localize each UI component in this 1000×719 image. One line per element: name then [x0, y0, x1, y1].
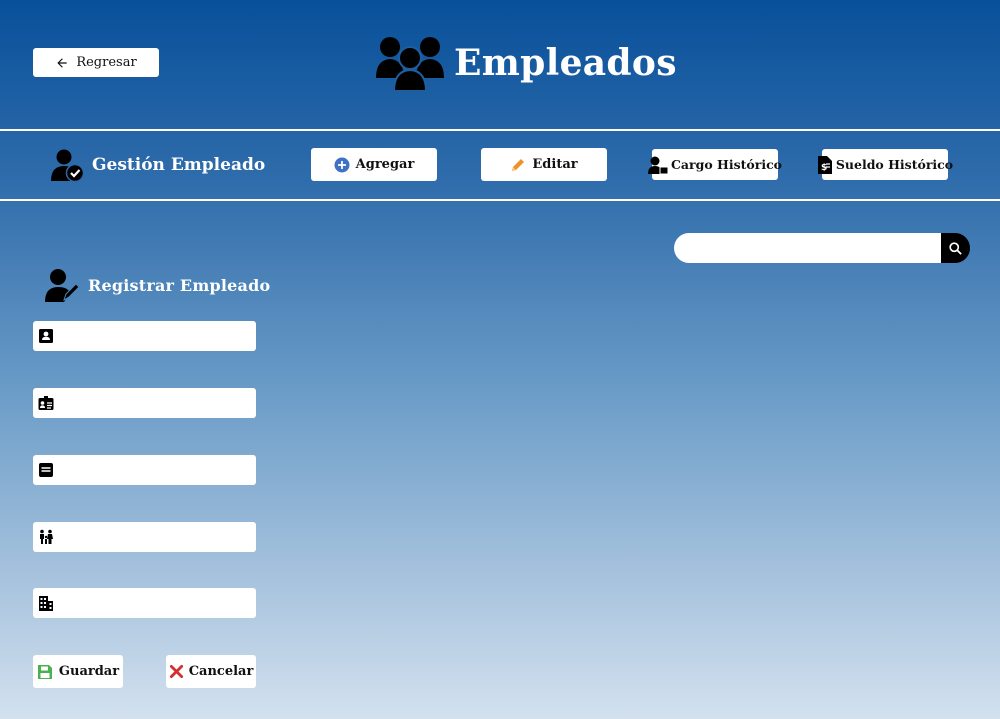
employee-input-5[interactable] — [59, 588, 255, 620]
save-button[interactable]: Guardar — [33, 655, 123, 688]
form-icon — [39, 463, 53, 477]
divider — [0, 129, 1000, 131]
floppy-disk-icon — [37, 664, 52, 679]
employee-input-2[interactable] — [59, 388, 255, 420]
form-header: Registrar Empleado — [44, 268, 270, 302]
contact-card-icon — [39, 329, 53, 343]
employee-field-5 — [33, 588, 256, 620]
page-title: Empleados — [454, 42, 677, 84]
position-history-button[interactable]: Cargo Histórico — [647, 149, 782, 180]
divider — [0, 199, 1000, 201]
pencil-icon — [512, 158, 525, 171]
cancel-button[interactable]: Cancelar — [166, 655, 256, 688]
employee-field-3 — [33, 455, 256, 487]
family-icon — [40, 529, 53, 544]
id-badge-icon — [38, 396, 54, 410]
edit-button[interactable]: Editar — [481, 148, 607, 181]
employee-field-2 — [33, 388, 256, 420]
add-button[interactable]: Agregar — [311, 148, 437, 181]
salary-history-button[interactable]: $ Sueldo Histórico — [817, 149, 953, 180]
add-button-label: Agregar — [355, 157, 415, 172]
position-history-label: Cargo Histórico — [670, 157, 783, 172]
edit-button-label: Editar — [532, 157, 578, 172]
employee-input-1[interactable] — [59, 321, 255, 353]
plus-circle-icon — [334, 157, 350, 172]
user-check-icon — [51, 149, 84, 182]
section-gestion: Gestión Empleado — [50, 148, 265, 182]
search-input[interactable] — [674, 233, 942, 263]
back-button[interactable]: Regresar — [33, 48, 159, 77]
salary-doc-icon: $ — [817, 155, 832, 174]
x-mark-icon — [169, 664, 183, 679]
form-title: Registrar Empleado — [88, 275, 271, 295]
employee-input-4[interactable] — [59, 522, 255, 554]
search-box — [674, 233, 970, 263]
arrow-left-icon — [57, 57, 67, 68]
employee-field-1 — [33, 321, 256, 353]
employee-input-3[interactable] — [59, 455, 255, 487]
building-icon — [39, 596, 53, 611]
cancel-button-label: Cancelar — [188, 664, 254, 679]
section-title: Gestión Empleado — [92, 155, 266, 175]
employee-field-4 — [33, 522, 256, 554]
salary-history-label: Sueldo Histórico — [835, 157, 954, 172]
search-icon — [949, 241, 962, 255]
save-button-label: Guardar — [58, 664, 120, 679]
people-group-icon — [376, 37, 444, 92]
page-header: Empleados — [376, 34, 677, 92]
back-button-label: Regresar — [76, 55, 137, 70]
user-tie-icon — [647, 156, 668, 174]
user-edit-icon — [45, 269, 80, 302]
search-button[interactable] — [941, 233, 970, 263]
